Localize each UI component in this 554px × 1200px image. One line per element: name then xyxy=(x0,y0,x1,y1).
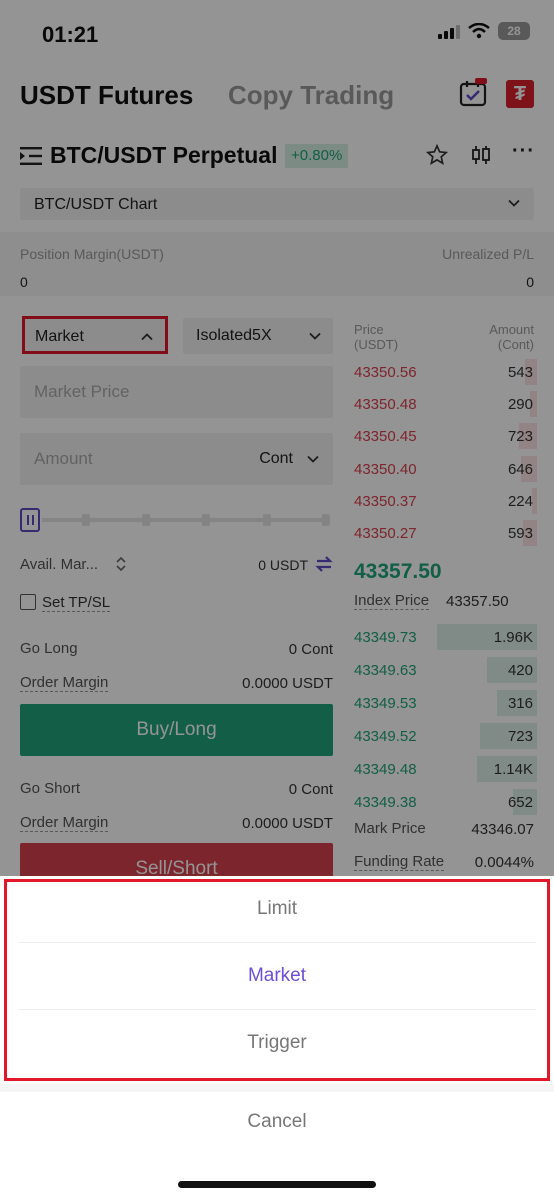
options-highlight-box xyxy=(4,879,550,1081)
sheet-separator xyxy=(0,1084,554,1092)
cancel-button[interactable]: Cancel xyxy=(0,1094,554,1150)
app-screen: 01:21 28 USDT Futures Copy Trading ₮ BTC… xyxy=(0,0,554,1200)
home-indicator xyxy=(178,1181,376,1188)
